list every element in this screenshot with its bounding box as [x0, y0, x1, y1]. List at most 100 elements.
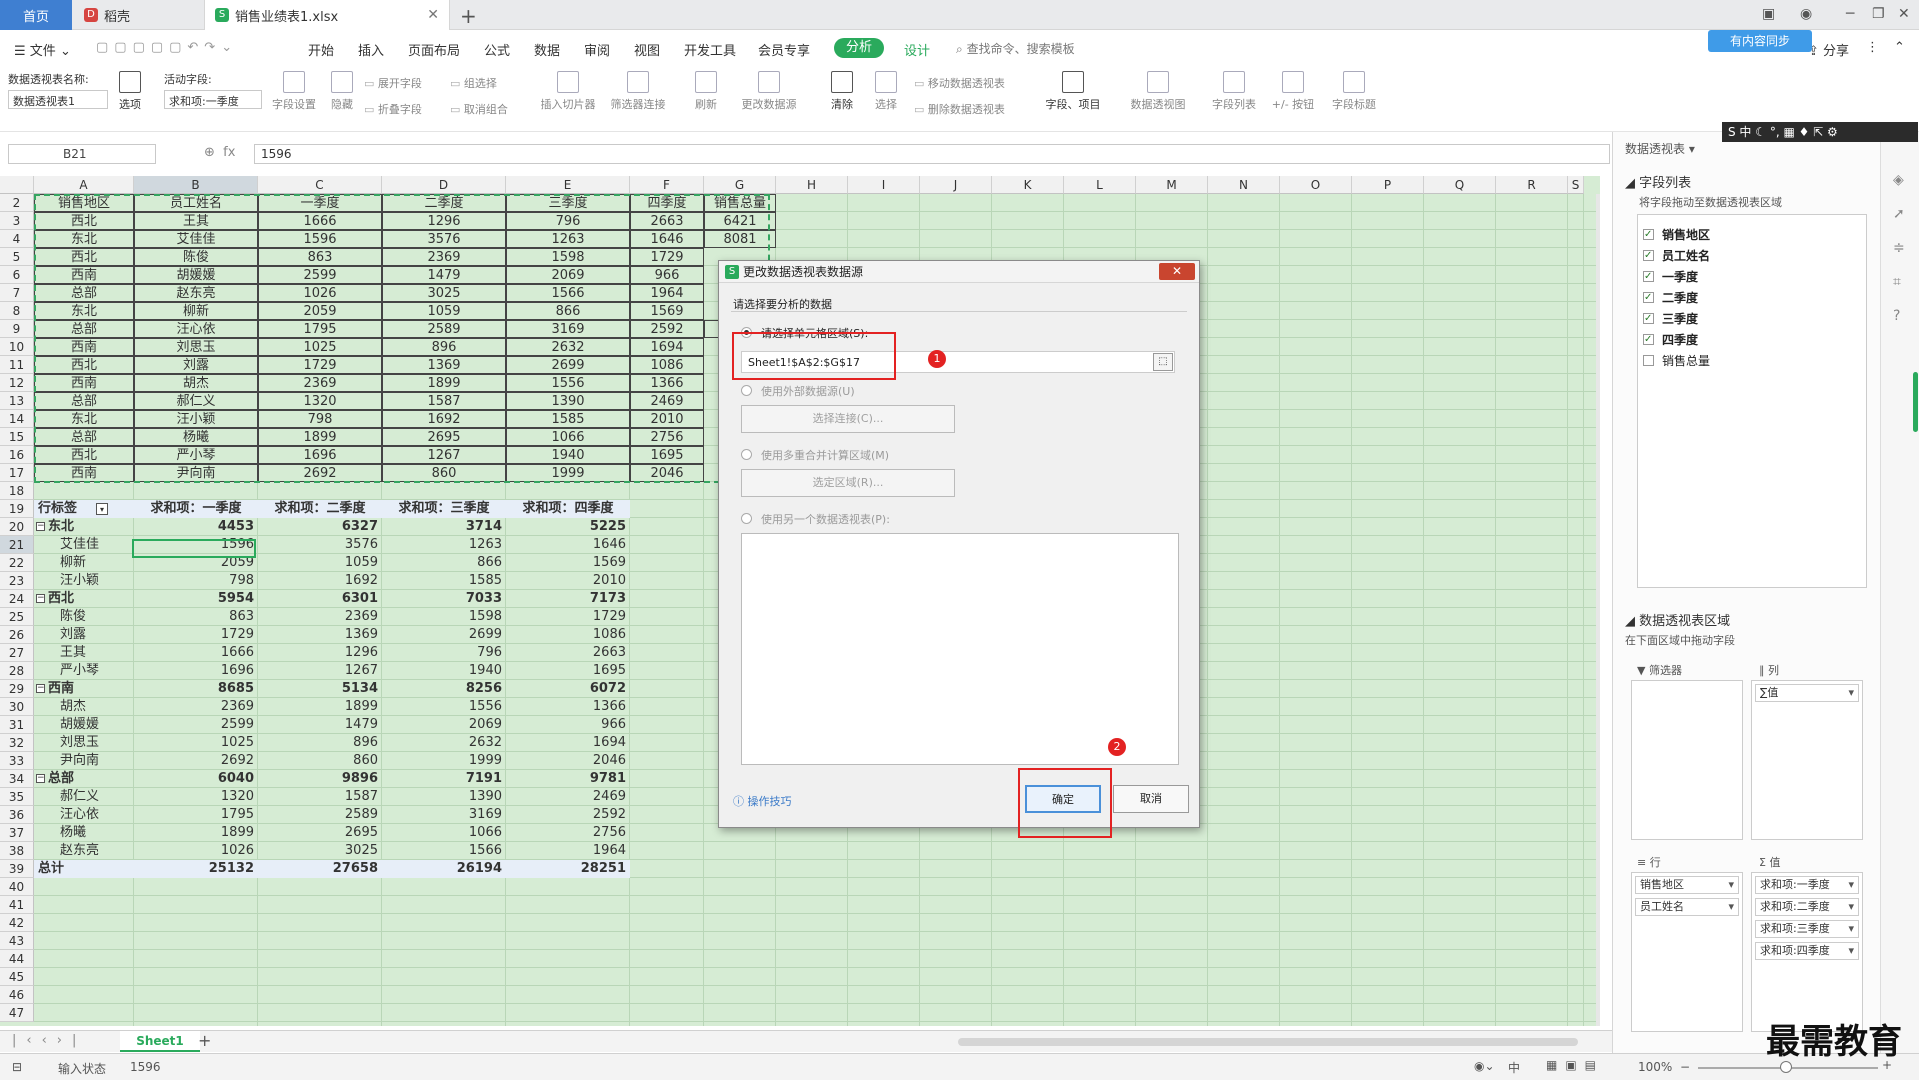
- field-list-button[interactable]: 字段列表: [1208, 71, 1260, 112]
- rows-zone-item[interactable]: 员工姓名: [1635, 898, 1739, 916]
- radio-another-pivot[interactable]: [741, 513, 752, 524]
- collapse-ribbon-icon[interactable]: ⌃: [1894, 40, 1905, 55]
- pivot-value-cell[interactable]: 2756: [506, 824, 630, 842]
- row-header[interactable]: 16: [0, 446, 34, 464]
- column-header[interactable]: C: [258, 176, 382, 194]
- expand-field-button[interactable]: 展开字段: [364, 75, 422, 91]
- menu-page-layout[interactable]: 页面布局: [408, 40, 460, 59]
- row-header[interactable]: 25: [0, 608, 34, 626]
- ime-indicator[interactable]: 中: [1508, 1059, 1520, 1076]
- row-header[interactable]: 5: [0, 248, 34, 266]
- row-header[interactable]: 32: [0, 734, 34, 752]
- pivot-header-cell[interactable]: 求和项：一季度: [134, 500, 258, 518]
- active-cell[interactable]: [132, 539, 256, 558]
- zoom-level[interactable]: 100%: [1638, 1060, 1672, 1074]
- row-header[interactable]: 3: [0, 212, 34, 230]
- column-header[interactable]: K: [992, 176, 1064, 194]
- pivot-list-box[interactable]: [741, 533, 1179, 765]
- row-header[interactable]: 28: [0, 662, 34, 680]
- menu-developer[interactable]: 开发工具: [684, 40, 736, 59]
- column-header[interactable]: M: [1136, 176, 1208, 194]
- column-header[interactable]: B: [134, 176, 258, 194]
- field-settings-button[interactable]: 字段设置: [268, 71, 320, 112]
- pivot-value-cell[interactable]: 6072: [506, 680, 630, 698]
- pivot-value-cell[interactable]: 2010: [506, 572, 630, 590]
- field-row[interactable]: 销售地区: [1643, 226, 1710, 244]
- settings-sliders-icon[interactable]: ≑: [1893, 240, 1905, 256]
- row-header[interactable]: 13: [0, 392, 34, 410]
- pivot-value-cell[interactable]: 2695: [258, 824, 382, 842]
- delete-pivot-button[interactable]: 删除数据透视表: [914, 101, 1005, 117]
- pivot-row-label[interactable]: 胡媛媛: [34, 716, 134, 734]
- pivot-group-label[interactable]: 西南: [34, 680, 134, 698]
- pane-scroll-indicator[interactable]: [1913, 372, 1918, 432]
- pivot-row-label[interactable]: 汪小颖: [34, 572, 134, 590]
- row-header[interactable]: 45: [0, 968, 34, 986]
- column-header[interactable]: P: [1352, 176, 1424, 194]
- tips-link[interactable]: ⓘ 操作技巧: [733, 793, 792, 809]
- more-icon[interactable]: ⋮: [1866, 40, 1879, 55]
- field-checkbox[interactable]: [1643, 355, 1654, 366]
- menu-analyze[interactable]: 分析: [834, 38, 885, 58]
- pivot-value-cell[interactable]: 5225: [506, 518, 630, 536]
- row-header[interactable]: 10: [0, 338, 34, 356]
- column-header[interactable]: L: [1064, 176, 1136, 194]
- menu-start[interactable]: 开始: [308, 40, 334, 59]
- column-header[interactable]: I: [848, 176, 920, 194]
- pivot-value-cell[interactable]: 1566: [382, 842, 506, 860]
- quick-access-toolbar[interactable]: ▢▢▢▢▢↶↷⌄: [96, 40, 238, 55]
- horizontal-scrollbar[interactable]: [958, 1038, 1578, 1046]
- field-checkbox[interactable]: [1643, 331, 1654, 349]
- values-zone-item[interactable]: 求和项:四季度: [1755, 942, 1859, 960]
- pivot-total-label[interactable]: 总计: [34, 860, 134, 878]
- insert-slicer-button[interactable]: 插入切片器: [536, 71, 600, 112]
- pivot-value-cell[interactable]: 1694: [506, 734, 630, 752]
- pivot-value-cell[interactable]: 1366: [506, 698, 630, 716]
- column-header[interactable]: H: [776, 176, 848, 194]
- fx-icon[interactable]: ⊕ fx: [204, 145, 235, 160]
- pivot-value-cell[interactable]: 3714: [382, 518, 506, 536]
- search-command[interactable]: ⌕ 查找命令、搜索模板: [956, 40, 1075, 57]
- hide-button[interactable]: 隐藏: [326, 71, 358, 112]
- row-header[interactable]: 17: [0, 464, 34, 482]
- row-header[interactable]: 36: [0, 806, 34, 824]
- pivot-row-label[interactable]: 刘思玉: [34, 734, 134, 752]
- pivot-value-cell[interactable]: 966: [506, 716, 630, 734]
- pivot-value-cell[interactable]: 3025: [258, 842, 382, 860]
- choose-connection-button[interactable]: 选择连接(C)...: [741, 405, 955, 433]
- pivot-value-cell[interactable]: 1999: [382, 752, 506, 770]
- row-header[interactable]: 46: [0, 986, 34, 1004]
- row-header[interactable]: 29: [0, 680, 34, 698]
- pivot-row-label[interactable]: 郝仁义: [34, 788, 134, 806]
- pivot-value-cell[interactable]: 1390: [382, 788, 506, 806]
- pivot-value-cell[interactable]: 1692: [258, 572, 382, 590]
- options-button[interactable]: 选项: [112, 71, 148, 112]
- pivot-total-cell[interactable]: 27658: [258, 860, 382, 878]
- select-button[interactable]: 选择: [866, 71, 906, 112]
- radio-multiple-ranges[interactable]: [741, 449, 752, 460]
- menu-insert[interactable]: 插入: [358, 40, 384, 59]
- pivot-value-cell[interactable]: 8256: [382, 680, 506, 698]
- pivot-value-cell[interactable]: 1964: [506, 842, 630, 860]
- pivot-row-label[interactable]: 陈俊: [34, 608, 134, 626]
- pivot-row-label[interactable]: 汪心依: [34, 806, 134, 824]
- minimize-icon[interactable]: ─: [1846, 6, 1854, 22]
- pivot-total-cell[interactable]: 25132: [134, 860, 258, 878]
- pivot-value-cell[interactable]: 1666: [134, 644, 258, 662]
- sheet-nav-icons[interactable]: |‹‹›|: [12, 1033, 86, 1048]
- restore-icon[interactable]: ❐: [1872, 6, 1885, 22]
- column-header[interactable]: R: [1496, 176, 1568, 194]
- row-header[interactable]: 47: [0, 1004, 34, 1022]
- close-tab-icon[interactable]: ✕: [427, 7, 439, 23]
- pivot-value-cell[interactable]: 2663: [506, 644, 630, 662]
- row-header[interactable]: 8: [0, 302, 34, 320]
- pivot-value-cell[interactable]: 796: [382, 644, 506, 662]
- field-row[interactable]: 四季度: [1643, 331, 1698, 349]
- row-header[interactable]: 33: [0, 752, 34, 770]
- pivot-value-cell[interactable]: 1026: [134, 842, 258, 860]
- pivot-value-cell[interactable]: 866: [382, 554, 506, 572]
- menu-data[interactable]: 数据: [534, 40, 560, 59]
- range-picker-icon[interactable]: ⬚: [1153, 353, 1173, 371]
- pivot-value-cell[interactable]: 5134: [258, 680, 382, 698]
- columns-zone[interactable]: [1751, 680, 1863, 840]
